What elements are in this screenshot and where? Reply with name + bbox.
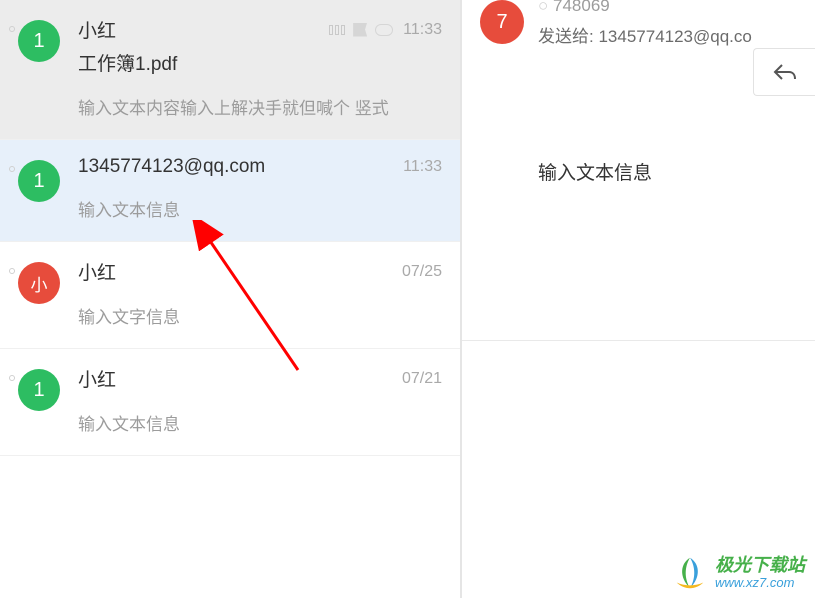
sender-name: 1345774123@qq.com [78,156,265,178]
flag-icon[interactable] [353,23,367,37]
detail-header-partial: ○ 748069 [538,0,610,16]
unread-dot [9,26,15,32]
avatar: 1 [18,160,60,202]
mail-item[interactable]: 1 小红 07/21 输入文本信息 [0,349,460,456]
watermark-logo-icon [671,554,709,592]
mail-body: 小红 07/21 输入文本信息 [78,365,442,435]
mail-body: 小红 07/25 输入文字信息 [78,258,442,328]
unread-dot [9,268,15,274]
mail-preview: 输入文本内容输入上解决手就但喊个 竖式 [78,94,442,119]
avatar: 小 [18,262,60,304]
divider [462,340,815,341]
mail-item[interactable]: 1 小红 11:33 工作簿1.pdf 输入文本内容输入上解决手就但喊个 竖式 [0,0,460,140]
sender-name: 小红 [78,258,116,285]
watermark-url: www.xz7.com [715,576,805,590]
mail-item[interactable]: 1 1345774123@qq.com 11:33 输入文本信息 [0,140,460,242]
detail-avatar: 7 [480,0,524,44]
sender-name: 小红 [78,16,116,43]
mail-body: 1345774123@qq.com 11:33 输入文本信息 [78,156,442,221]
mail-preview: 输入文本信息 [78,410,442,435]
mail-time: 11:33 [403,158,442,176]
mail-body: 小红 11:33 工作簿1.pdf 输入文本内容输入上解决手就但喊个 竖式 [78,16,442,119]
attachment-name: 工作簿1.pdf [78,49,442,76]
mail-icons [329,23,393,37]
avatar: 1 [18,20,60,62]
mail-preview: 输入文字信息 [78,303,442,328]
watermark: 极光下载站 www.xz7.com [671,554,805,592]
mail-detail-pane: 7 ○ 748069 发送给: 1345774123@qq.co 输入文本信息 [462,0,815,598]
mail-content: 输入文本信息 [538,158,652,185]
mail-list: 1 小红 11:33 工作簿1.pdf 输入文本内容输入上解决手就但喊个 竖式 1 1345… [0,0,462,598]
mail-item[interactable]: 小小红 07/25 输入文字信息 [0,242,460,349]
reply-icon [772,61,798,83]
mail-time: 11:33 [403,21,442,39]
watermark-title: 极光下载站 [715,556,805,576]
sender-name: 小红 [78,365,116,392]
unread-dot [9,375,15,381]
tag-icon[interactable] [375,24,393,36]
columns-icon [329,25,345,35]
unread-dot [9,166,15,172]
detail-send-to: 发送给: 1345774123@qq.co [538,22,752,47]
mail-time: 07/21 [402,370,442,388]
reply-button[interactable] [753,48,815,96]
avatar: 1 [18,369,60,411]
mail-time: 07/25 [402,263,442,281]
mail-preview: 输入文本信息 [78,196,442,221]
